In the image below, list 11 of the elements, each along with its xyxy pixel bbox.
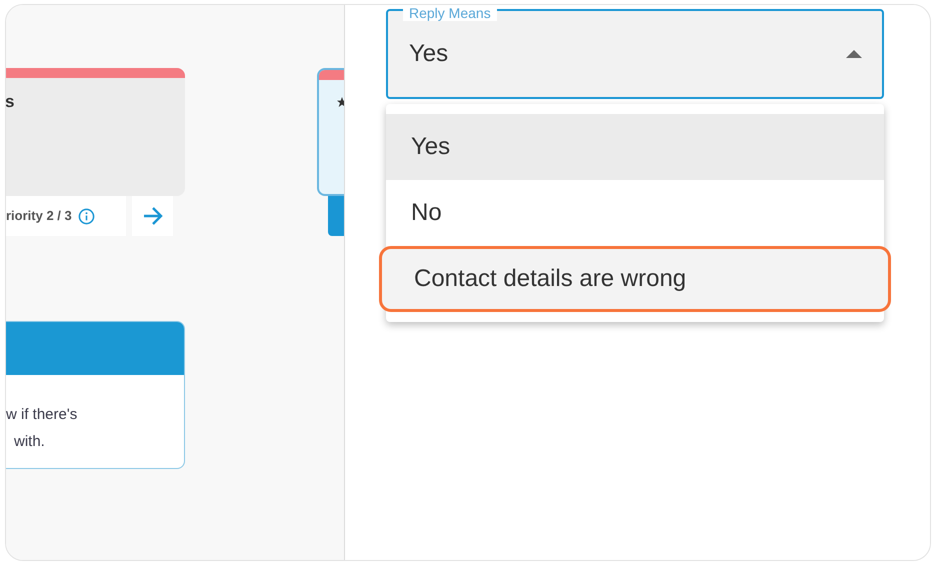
caret-icon [846, 50, 862, 58]
priority-label: riority 2 / 3 [6, 207, 72, 226]
info-icon[interactable] [78, 208, 95, 224]
dropdown-option[interactable]: Contact details are wrong [379, 246, 891, 312]
next-button[interactable] [132, 196, 173, 236]
message-text: w if there's with. [6, 405, 78, 452]
arrow-right-icon [142, 206, 164, 226]
dropdown-option[interactable]: No [386, 180, 884, 246]
select-value: Yes [409, 39, 448, 69]
select-label: Reply Means [403, 5, 497, 21]
dropdown-option[interactable]: Yes [386, 114, 884, 180]
